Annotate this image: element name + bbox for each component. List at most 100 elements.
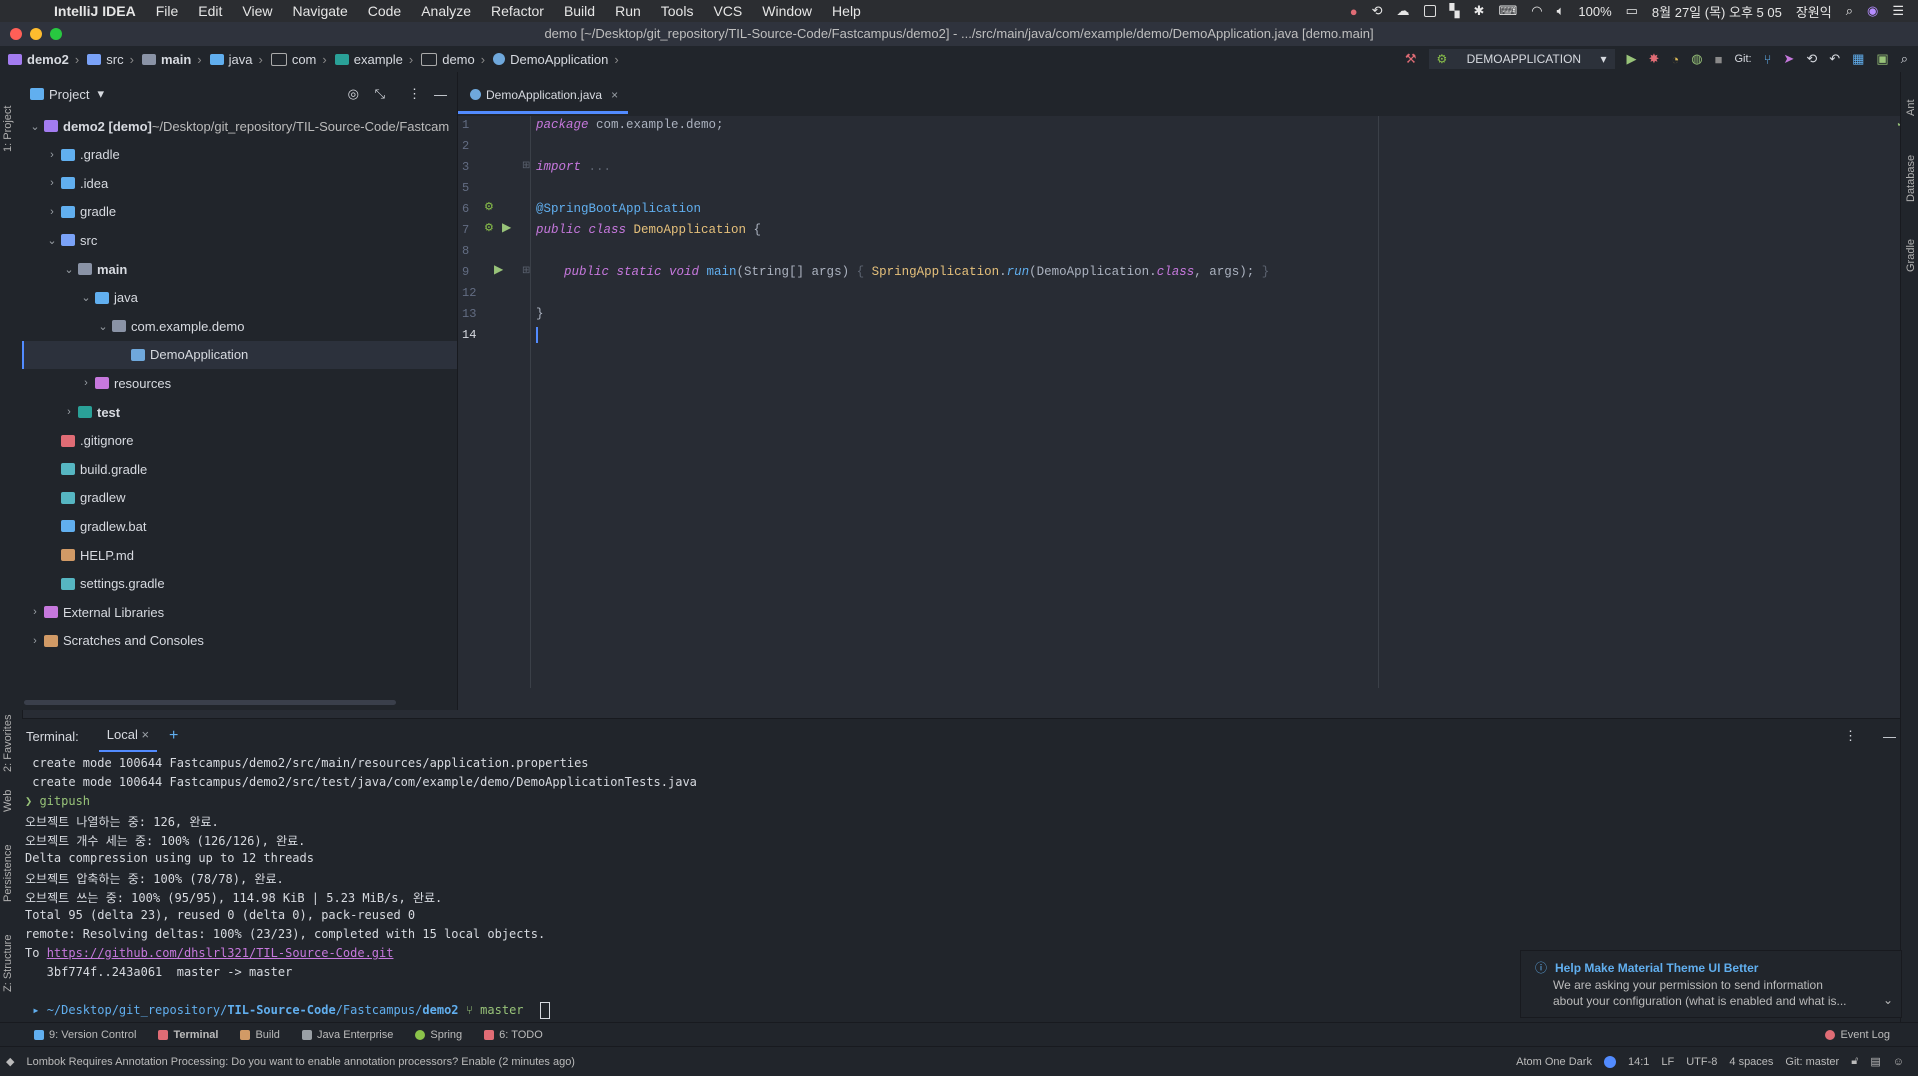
status-message[interactable]: Lombok Requires Annotation Processing: D… bbox=[26, 1056, 575, 1068]
fold-icon[interactable]: ⊞ bbox=[522, 265, 530, 276]
datetime[interactable]: 8월 27일 (목) 오후 5 05 bbox=[1652, 2, 1782, 21]
close-window-button[interactable] bbox=[10, 28, 22, 40]
line-separator[interactable]: LF bbox=[1661, 1056, 1674, 1068]
breadcrumb-item[interactable]: main › bbox=[141, 52, 202, 67]
project-tree-item[interactable]: gradlew bbox=[22, 484, 457, 512]
terminal-icon[interactable]: ▣ bbox=[1876, 51, 1888, 67]
chevron-right-icon[interactable]: › bbox=[28, 635, 42, 647]
spring-bean-gutter-icon[interactable]: ⚙ bbox=[484, 200, 494, 213]
volume-icon[interactable]: 🔈︎ bbox=[1557, 3, 1565, 19]
chevron-down-icon[interactable]: ⌄ bbox=[96, 320, 110, 333]
bluetooth-icon[interactable]: ✱ bbox=[1474, 3, 1485, 19]
chevron-right-icon[interactable]: › bbox=[62, 406, 76, 418]
menu-tools[interactable]: Tools bbox=[661, 3, 694, 19]
project-view-select[interactable]: Project bbox=[49, 87, 89, 102]
project-tree-item[interactable]: HELP.md bbox=[22, 541, 457, 569]
chevron-right-icon[interactable]: › bbox=[28, 606, 42, 618]
menu-file[interactable]: File bbox=[156, 3, 179, 19]
project-tree-item[interactable]: DemoApplication bbox=[22, 340, 457, 369]
memory-indicator-icon[interactable]: ▤ bbox=[1870, 1055, 1880, 1068]
chevron-down-icon[interactable]: ⌄ bbox=[62, 263, 76, 276]
chevron-down-icon[interactable]: ⌄ bbox=[1883, 993, 1893, 1007]
menu-run[interactable]: Run bbox=[615, 3, 641, 19]
menu-help[interactable]: Help bbox=[832, 3, 861, 19]
tab-java-enterprise[interactable]: Java Enterprise bbox=[301, 1029, 393, 1041]
stop-icon[interactable]: ■ bbox=[1715, 52, 1723, 67]
search-icon[interactable]: ⌕ bbox=[1901, 51, 1908, 67]
chevron-right-icon[interactable]: › bbox=[45, 177, 59, 189]
menu-vcs[interactable]: VCS bbox=[713, 3, 742, 19]
menu-app-name[interactable]: IntelliJ IDEA bbox=[54, 3, 136, 19]
run-gutter-icon[interactable]: ▶ bbox=[502, 220, 511, 234]
hide-panel-icon[interactable]: — bbox=[434, 87, 447, 102]
run-gutter-icon[interactable]: ▶ bbox=[494, 262, 503, 276]
spring-bean-gutter-icon[interactable]: ⚙ bbox=[484, 221, 494, 234]
git-update-icon[interactable]: ⑂ bbox=[1764, 52, 1772, 67]
project-tree-item[interactable]: gradlew.bat bbox=[22, 512, 457, 540]
project-tree-item[interactable]: › gradle bbox=[22, 198, 457, 226]
more-options-icon[interactable]: ⋮ bbox=[408, 86, 421, 102]
project-tree-item[interactable]: › resources bbox=[22, 369, 457, 397]
run-configuration-select[interactable]: ⚙ DEMOAPPLICATION ▾ bbox=[1428, 49, 1615, 69]
git-history-icon[interactable]: ⟲ bbox=[1806, 51, 1817, 67]
coverage-icon[interactable]: ◔ bbox=[1671, 52, 1679, 67]
user-name[interactable]: 장원익 bbox=[1796, 2, 1832, 21]
tool-window-ant[interactable]: Ant bbox=[1905, 99, 1917, 116]
chevron-right-icon[interactable]: › bbox=[79, 377, 93, 389]
grid-icon[interactable]: ▚ bbox=[1450, 3, 1460, 19]
status-app-icon[interactable]: ● bbox=[1350, 4, 1358, 19]
locate-icon[interactable]: ◎ bbox=[348, 86, 359, 102]
tab-terminal[interactable]: Terminal bbox=[158, 1029, 218, 1041]
theme-indicator[interactable]: Atom One Dark bbox=[1516, 1056, 1592, 1068]
keyboard-icon[interactable]: ⌨ bbox=[1498, 3, 1517, 19]
tool-window-gradle[interactable]: Gradle bbox=[1905, 239, 1917, 272]
tab-todo[interactable]: 6: TODO bbox=[484, 1029, 543, 1041]
file-encoding[interactable]: UTF-8 bbox=[1686, 1056, 1717, 1068]
close-tab-icon[interactable]: × bbox=[611, 88, 618, 102]
new-terminal-tab-button[interactable]: + bbox=[169, 727, 178, 745]
tab-terminal-local[interactable]: Local × bbox=[98, 719, 158, 753]
tab-build[interactable]: Build bbox=[240, 1029, 280, 1041]
chevron-right-icon[interactable]: › bbox=[45, 149, 59, 161]
notification-popup[interactable]: ⓘ Help Make Material Theme UI Better We … bbox=[1520, 950, 1902, 1018]
tab-demoapplication-java[interactable]: DemoApplication.java × bbox=[458, 78, 629, 114]
project-tree-item[interactable]: settings.gradle bbox=[22, 570, 457, 598]
menu-navigate[interactable]: Navigate bbox=[292, 3, 347, 19]
menu-view[interactable]: View bbox=[242, 3, 272, 19]
chevron-down-icon[interactable]: ⌄ bbox=[79, 291, 93, 304]
cloud-icon[interactable]: ☁ bbox=[1397, 3, 1410, 19]
more-options-icon[interactable]: ⋮ bbox=[1844, 728, 1857, 744]
wifi-icon[interactable]: ◠ bbox=[1531, 3, 1542, 19]
chevron-down-icon[interactable]: ⌄ bbox=[45, 234, 59, 247]
horizontal-scrollbar[interactable] bbox=[24, 700, 396, 705]
breadcrumb-item[interactable]: com › bbox=[270, 52, 327, 67]
menu-refactor[interactable]: Refactor bbox=[491, 3, 544, 19]
lock-icon[interactable]: 🔓︎ bbox=[1851, 1055, 1858, 1068]
notifications-icon[interactable]: ☺ bbox=[1893, 1056, 1904, 1068]
breadcrumb-item[interactable]: java › bbox=[209, 52, 263, 67]
spotlight-search-icon[interactable]: ⌕ bbox=[1846, 3, 1853, 19]
collapse-all-icon[interactable]: ⤡ bbox=[375, 86, 385, 102]
project-tree-item[interactable]: .gitignore bbox=[22, 427, 457, 455]
siri-icon[interactable]: ◉ bbox=[1867, 3, 1878, 19]
tool-window-structure[interactable]: Z: Structure bbox=[2, 935, 14, 992]
breadcrumb-item[interactable]: demo › bbox=[421, 52, 485, 67]
menu-code[interactable]: Code bbox=[368, 3, 401, 19]
tool-window-project[interactable]: 1: Project bbox=[2, 106, 14, 152]
caret-position[interactable]: 14:1 bbox=[1628, 1056, 1649, 1068]
project-tree-item[interactable]: › .idea bbox=[22, 169, 457, 197]
project-tree-item[interactable]: › test bbox=[22, 398, 457, 426]
maximize-window-button[interactable] bbox=[50, 28, 62, 40]
tool-window-persistence[interactable]: Persistence bbox=[2, 845, 14, 902]
tool-window-web[interactable]: Web bbox=[2, 790, 14, 812]
window-icon[interactable] bbox=[1423, 5, 1436, 17]
project-tree-item[interactable]: ⌄ com.example.demo bbox=[22, 312, 457, 340]
tab-event-log[interactable]: Event Log bbox=[1825, 1029, 1890, 1041]
minimize-window-button[interactable] bbox=[30, 28, 42, 40]
menu-window[interactable]: Window bbox=[762, 3, 812, 19]
git-rollback-icon[interactable]: ↶ bbox=[1829, 51, 1840, 67]
hammer-build-icon[interactable]: ⚒ bbox=[1405, 51, 1417, 67]
project-structure-icon[interactable]: ▦ bbox=[1852, 51, 1864, 67]
tool-window-favorites[interactable]: 2: Favorites bbox=[2, 715, 14, 772]
breadcrumb-item[interactable]: example › bbox=[334, 52, 413, 67]
